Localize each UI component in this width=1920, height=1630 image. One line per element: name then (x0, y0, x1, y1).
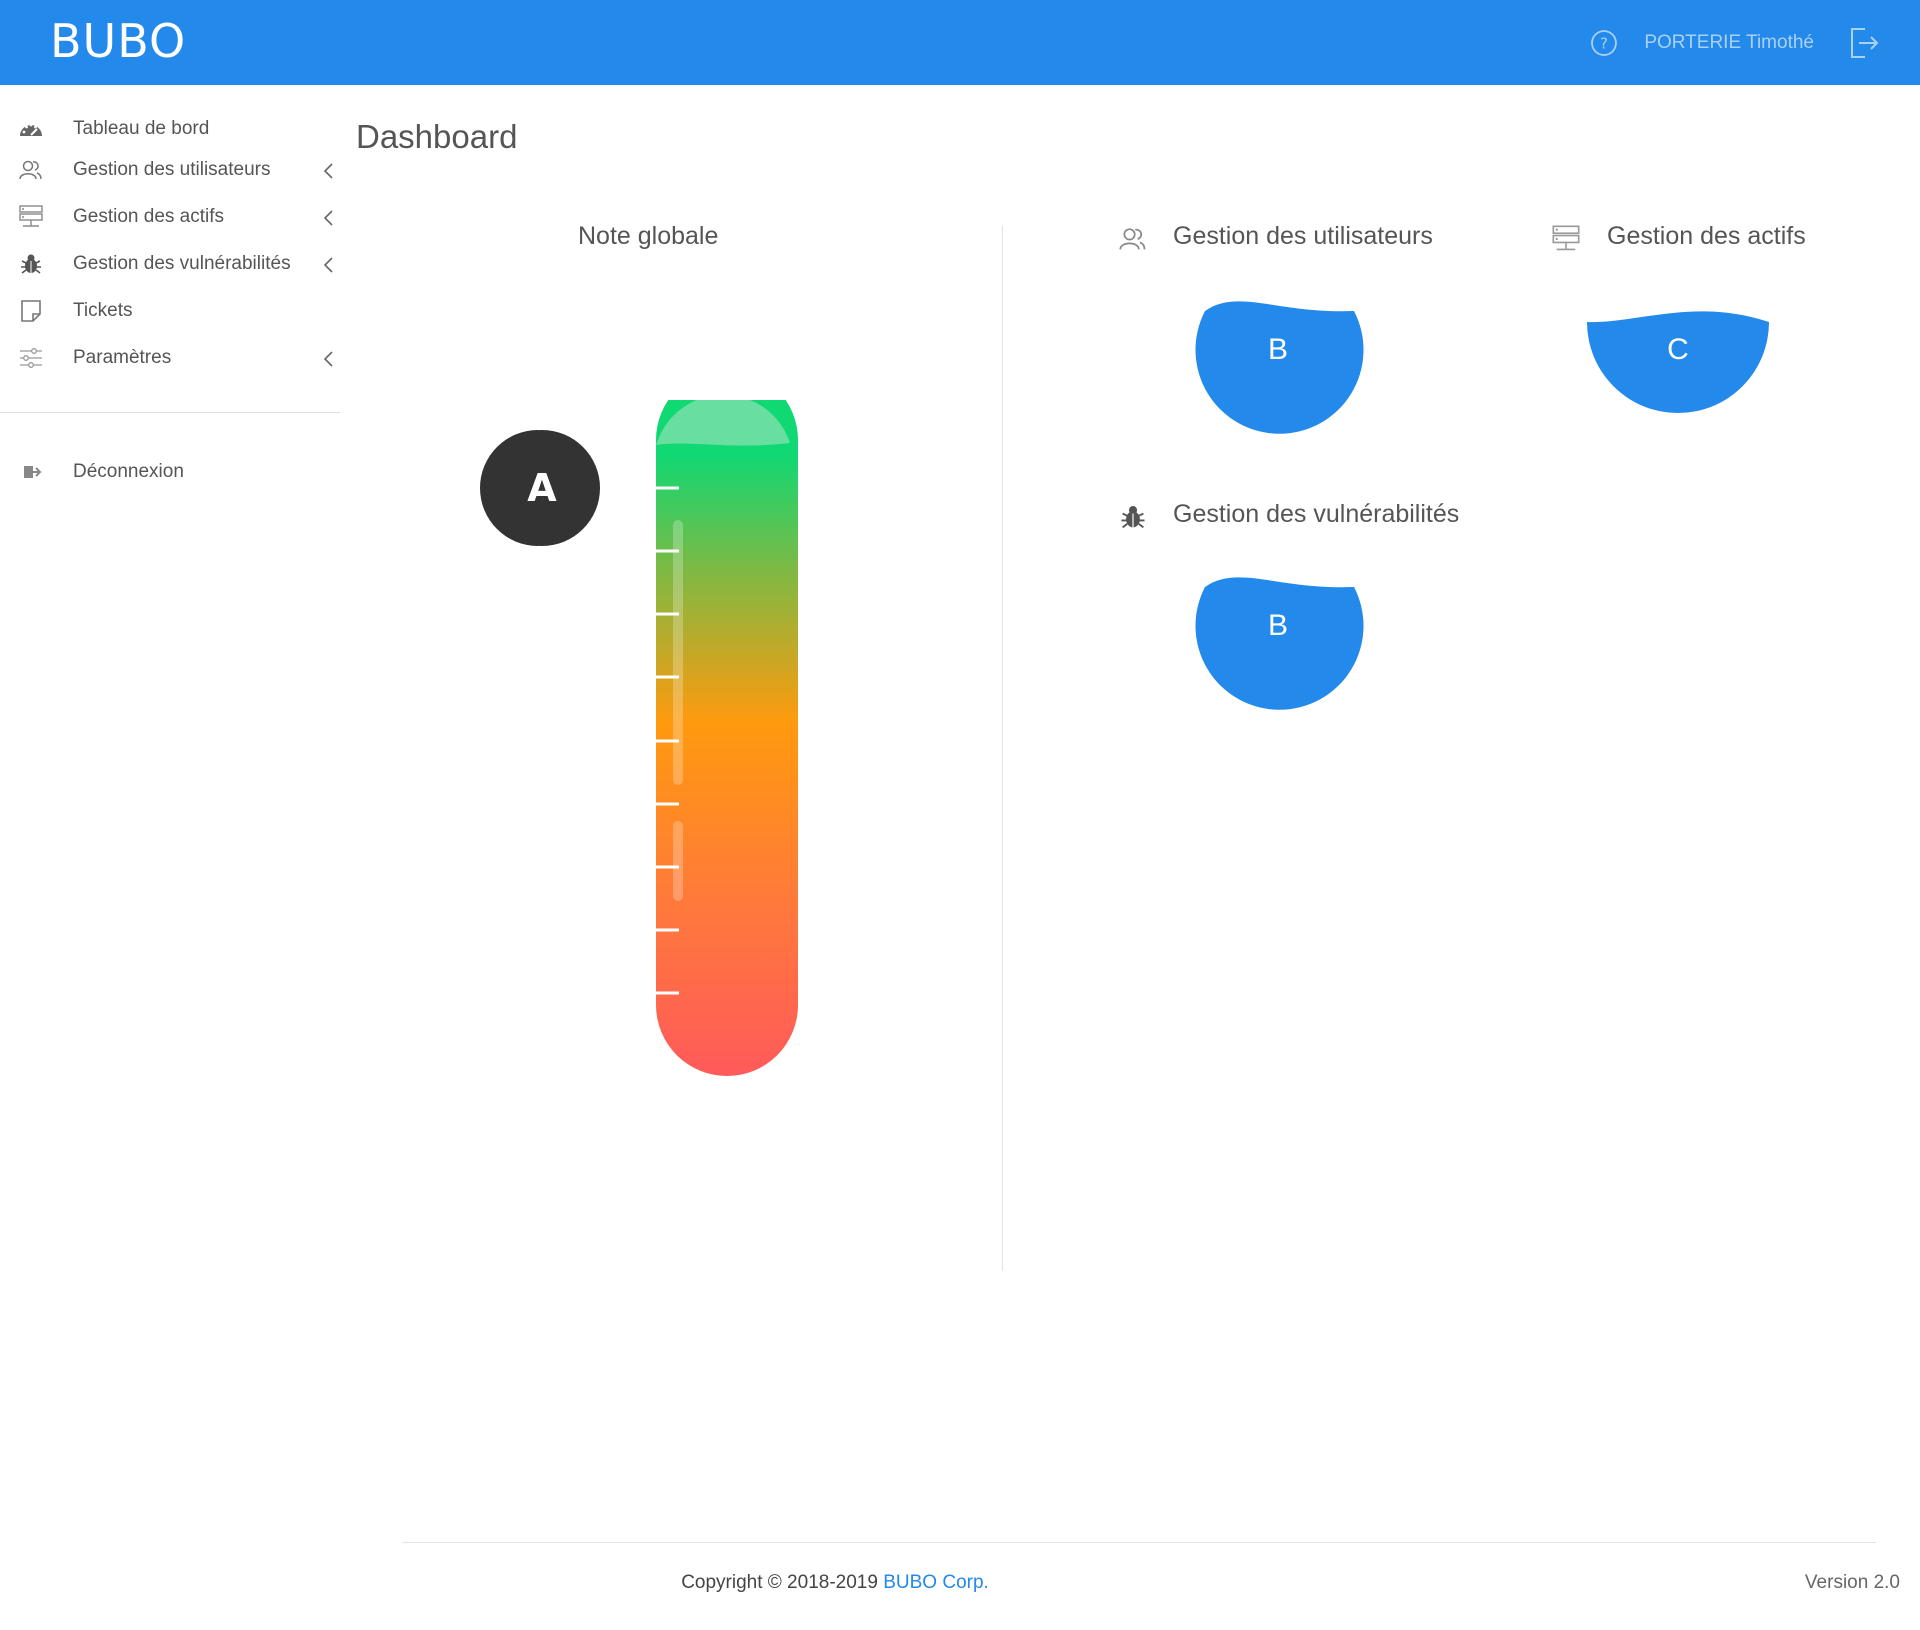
page-title: Dashboard (356, 118, 518, 155)
sidebar-item-label: Gestion des utilisateurs (73, 159, 271, 180)
footer-copyright: Copyright © 2018-2019 BUBO Corp. (0, 1572, 1670, 1594)
section-divider (1002, 226, 1003, 1271)
overall-grade-letter: A (527, 466, 557, 510)
current-user-name[interactable]: PORTERIE Timothé (1644, 32, 1814, 54)
users-icon (19, 160, 42, 180)
ticket-icon (21, 300, 41, 322)
grade-letter-vulnerabilities: B (1267, 609, 1288, 642)
sidebar-item-logout[interactable]: Déconnexion (0, 454, 340, 490)
sidebar-item-label: Paramètres (73, 347, 172, 368)
logout-icon (24, 466, 42, 478)
card-title-vulnerabilities: Gestion des vulnérabilités (1173, 500, 1460, 528)
svg-text:?: ? (1600, 34, 1608, 52)
sidebar-item-label: Gestion des vulnérabilités (73, 253, 291, 274)
sidebar-item-label: Tableau de bord (73, 118, 210, 139)
sidebar-item-users[interactable]: Gestion des utilisateurs (0, 152, 340, 188)
servers-icon (19, 205, 43, 227)
card-title-users: Gestion des utilisateurs (1173, 222, 1433, 250)
overall-grade-title: Note globale (578, 222, 719, 250)
footer-version: Version 2.0 (1804, 1572, 1900, 1593)
grade-badge-vulnerabilities[interactable] (1178, 568, 1378, 728)
copyright-text: Copyright © 2018-2019 (681, 1572, 878, 1593)
servers-icon (1552, 225, 1580, 251)
sidebar-item-settings[interactable]: Paramètres (0, 340, 340, 376)
bug-icon (21, 254, 41, 274)
sidebar-item-vulnerabilities[interactable]: Gestion des vulnérabilités (0, 246, 340, 282)
logout-icon[interactable] (1848, 26, 1880, 60)
chevron-left-icon (323, 163, 333, 179)
sliders-icon (20, 348, 42, 368)
company-link[interactable]: BUBO Corp. (883, 1572, 989, 1593)
help-icon[interactable]: ? (1590, 29, 1618, 57)
brand-logo[interactable]: BUBO (50, 14, 186, 68)
header-user-area: ? PORTERIE Timothé (1590, 0, 1880, 85)
grade-letter-assets: C (1667, 333, 1689, 366)
chevron-left-icon (323, 351, 333, 367)
sidebar-item-label: Tickets (73, 300, 133, 321)
overall-grade-thermometer: A (480, 400, 798, 1076)
card-title-assets: Gestion des actifs (1607, 222, 1806, 250)
sidebar-item-dashboard[interactable]: Tableau de bord (0, 111, 340, 147)
chevron-left-icon (323, 257, 333, 273)
top-navbar: BUBO ? PORTERIE Timothé (0, 0, 1920, 85)
grade-letter-users: B (1267, 333, 1288, 366)
chevron-left-icon (323, 210, 333, 226)
footer-divider (402, 1542, 1876, 1543)
sidebar-item-tickets[interactable]: Tickets (0, 293, 340, 329)
grade-badge-users[interactable] (1178, 292, 1378, 452)
sidebar-item-label: Gestion des actifs (73, 206, 225, 227)
sidebar-item-label: Déconnexion (73, 461, 184, 482)
dashboard-icon (20, 123, 42, 136)
sidebar-divider (0, 412, 340, 413)
sidebar-item-assets[interactable]: Gestion des actifs (0, 199, 340, 235)
users-icon (1119, 228, 1146, 250)
grade-badge-assets[interactable] (1578, 292, 1778, 452)
bug-icon (1121, 506, 1145, 529)
